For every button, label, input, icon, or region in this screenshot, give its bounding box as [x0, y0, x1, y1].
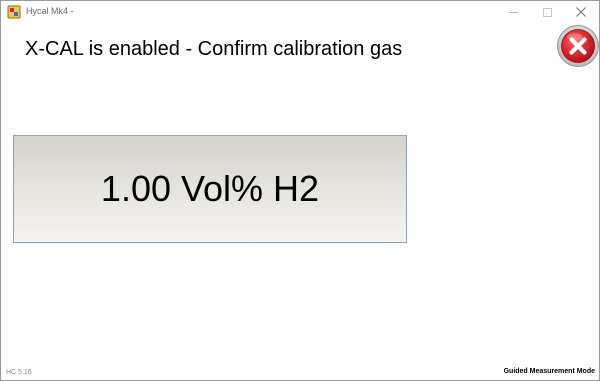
window-title: Hycal Mk4 - — [26, 6, 74, 16]
red-x-circle-icon — [557, 25, 599, 67]
maximize-button[interactable] — [531, 1, 563, 23]
app-window: Hycal Mk4 - X-CAL is enabled - Confirm c… — [0, 0, 600, 381]
calibration-gas-button[interactable]: 1.00 Vol% H2 — [13, 135, 407, 243]
close-icon — [576, 7, 586, 17]
maximize-icon — [542, 7, 552, 17]
minimize-button[interactable] — [497, 1, 529, 23]
mode-label: Guided Measurement Mode — [503, 368, 595, 375]
app-icon — [7, 5, 21, 19]
title-bar: Hycal Mk4 - — [1, 1, 599, 23]
page-heading: X-CAL is enabled - Confirm calibration g… — [25, 38, 403, 60]
calibration-gas-label: 1.00 Vol% H2 — [100, 168, 320, 209]
window-close-button[interactable] — [565, 1, 597, 23]
minimize-icon — [508, 11, 518, 13]
cancel-button[interactable] — [556, 24, 599, 68]
version-label: HC 5.16 — [6, 369, 32, 376]
